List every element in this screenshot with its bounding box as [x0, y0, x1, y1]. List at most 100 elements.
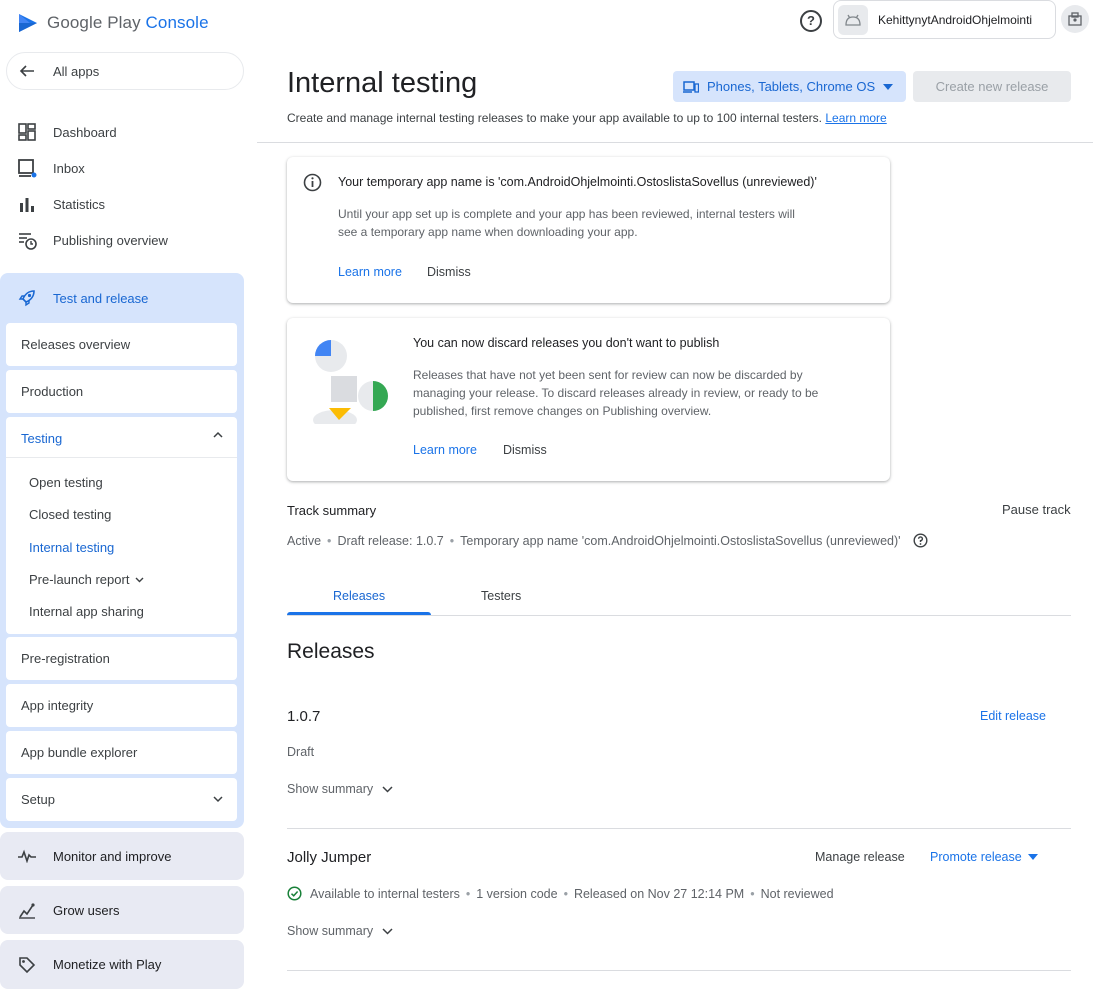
- sidebar-group-monetize-with-play[interactable]: Monetize with Play: [0, 940, 244, 989]
- all-apps-label: All apps: [53, 63, 100, 79]
- test-and-release-section: Test and release Releases overview Produ…: [0, 273, 244, 828]
- account-switcher[interactable]: KehittynytAndroidOhjelmointi: [833, 0, 1056, 39]
- edit-release-button[interactable]: Edit release: [980, 709, 1046, 723]
- track-status: Active: [287, 533, 322, 548]
- card-title: Your temporary app name is 'com.AndroidO…: [338, 175, 817, 189]
- card-learn-more-link[interactable]: Learn more: [338, 265, 402, 279]
- all-apps-button[interactable]: All apps: [6, 52, 244, 90]
- sidebar-item-test-and-release[interactable]: Test and release: [16, 287, 148, 309]
- release-version: 1.0.7: [287, 708, 321, 725]
- release-date: Released on Nov 27 12:14 PM: [573, 886, 745, 901]
- learn-more-link[interactable]: Learn more: [825, 111, 886, 125]
- grow-users-label: Grow users: [53, 902, 120, 918]
- availability-status: Available to internal testers: [310, 886, 460, 901]
- sidebar-item-label: Statistics: [53, 196, 106, 212]
- track-summary-title: Track summary: [287, 503, 377, 518]
- publishing-icon: [16, 229, 38, 251]
- card-title: You can now discard releases you don't w…: [413, 336, 720, 350]
- rocket-icon: [16, 287, 38, 309]
- header-divider: [257, 142, 1093, 143]
- card-body-line: Releases that have not yet been sent for…: [413, 368, 803, 382]
- sidebar-group-monitor-and-improve[interactable]: Monitor and improve: [0, 832, 244, 880]
- page-subtitle-text: Create and manage internal testing relea…: [287, 111, 822, 125]
- help-icon[interactable]: [913, 533, 928, 548]
- card-body: Until your app set up is complete and yo…: [338, 205, 795, 241]
- top-bar: Google Play Console ? KehittynytAndroidO…: [0, 0, 1093, 48]
- sidebar-item-app-integrity[interactable]: App integrity: [6, 684, 237, 727]
- sidebar-item-setup[interactable]: Setup: [6, 778, 237, 821]
- show-summary-label: Show summary: [287, 924, 374, 938]
- check-circle-icon: [287, 886, 302, 901]
- app-integrity-label: App integrity: [21, 698, 94, 713]
- sidebar-item-statistics[interactable]: Statistics: [16, 193, 105, 215]
- tag-icon: [16, 954, 38, 976]
- logo-google-play: Google Play: [47, 13, 141, 32]
- developer-account-icon[interactable]: [1061, 5, 1089, 33]
- separator-dot: •: [750, 886, 755, 901]
- show-summary-button[interactable]: Show summary: [287, 782, 393, 796]
- sidebar-item-label: Inbox: [53, 160, 85, 176]
- create-new-release-button[interactable]: Create new release: [913, 71, 1071, 102]
- track-summary-details: Active • Draft release: 1.0.7 • Temporar…: [287, 533, 928, 548]
- sidebar-item-closed-testing[interactable]: Closed testing: [29, 507, 111, 522]
- app-bundle-explorer-label: App bundle explorer: [21, 745, 138, 760]
- discard-releases-card: You can now discard releases you don't w…: [287, 318, 890, 481]
- sidebar-item-inbox[interactable]: Inbox: [16, 157, 85, 179]
- pre-launch-report-label: Pre-launch report: [29, 572, 130, 587]
- draft-release: Draft release: 1.0.7: [337, 533, 444, 548]
- show-summary-button[interactable]: Show summary: [287, 924, 393, 938]
- help-icon[interactable]: ?: [800, 10, 822, 32]
- sidebar-item-releases-overview[interactable]: Releases overview: [6, 323, 237, 366]
- divider: [6, 457, 237, 458]
- sidebar-testing-group: Testing: [6, 417, 237, 634]
- release-divider: [287, 828, 1071, 829]
- monetize-with-play-label: Monetize with Play: [53, 957, 162, 972]
- play-logo-icon: [19, 14, 37, 32]
- temporary-app-name-card: Your temporary app name is 'com.AndroidO…: [287, 157, 890, 303]
- dashboard-icon: [16, 121, 38, 143]
- tab-testers[interactable]: Testers: [481, 589, 521, 603]
- card-body-line: published, first remove changes on Publi…: [413, 404, 712, 418]
- sidebar-item-testing[interactable]: Testing: [21, 431, 62, 446]
- sidebar-item-open-testing[interactable]: Open testing: [29, 475, 103, 490]
- android-icon: [838, 4, 868, 35]
- temporary-app-name: Temporary app name 'com.AndroidOhjelmoin…: [460, 533, 901, 548]
- card-dismiss-button[interactable]: Dismiss: [503, 443, 547, 457]
- devices-icon: [683, 80, 699, 93]
- monitor-and-improve-label: Monitor and improve: [53, 848, 172, 864]
- sidebar-group-grow-users[interactable]: Grow users: [0, 886, 244, 934]
- release-divider: [287, 970, 1071, 971]
- card-body: Releases that have not yet been sent for…: [413, 366, 818, 420]
- card-learn-more-link[interactable]: Learn more: [413, 443, 477, 457]
- caret-down-icon: [883, 83, 894, 90]
- promote-release-button[interactable]: Promote release: [930, 850, 1038, 864]
- sidebar-item-pre-launch-report[interactable]: Pre-launch report: [29, 572, 144, 587]
- releases-overview-label: Releases overview: [21, 337, 131, 352]
- pause-track-button[interactable]: Pause track: [1002, 502, 1071, 517]
- form-factor-dropdown[interactable]: Phones, Tablets, Chrome OS: [673, 71, 906, 102]
- google-play-console-logo[interactable]: Google Play Console: [17, 12, 209, 34]
- sidebar-item-internal-app-sharing[interactable]: Internal app sharing: [29, 604, 144, 619]
- info-icon: [303, 173, 322, 192]
- card-dismiss-button[interactable]: Dismiss: [427, 265, 471, 279]
- sidebar-item-dashboard[interactable]: Dashboard: [16, 121, 117, 143]
- chevron-up-icon[interactable]: [213, 431, 223, 439]
- manage-release-button[interactable]: Manage release: [815, 850, 905, 864]
- sidebar-item-internal-testing[interactable]: Internal testing: [29, 540, 114, 555]
- release-details: Available to internal testers • 1 versio…: [287, 886, 834, 901]
- setup-label: Setup: [21, 792, 55, 807]
- form-factor-label: Phones, Tablets, Chrome OS: [707, 79, 876, 94]
- sidebar-item-app-bundle-explorer[interactable]: App bundle explorer: [6, 731, 237, 774]
- version-codes: 1 version code: [476, 886, 558, 901]
- sidebar-item-production[interactable]: Production: [6, 370, 237, 413]
- sidebar-item-publishing-overview[interactable]: Publishing overview: [16, 229, 168, 251]
- tab-releases[interactable]: Releases: [333, 589, 385, 603]
- separator-dot: •: [327, 533, 332, 548]
- caret-down-icon: [1027, 854, 1038, 860]
- card-body-line: see a temporary app name when downloadin…: [338, 225, 638, 239]
- inbox-icon: [16, 157, 38, 179]
- promote-release-label: Promote release: [930, 850, 1022, 864]
- growth-icon: [16, 899, 38, 921]
- sidebar-item-pre-registration[interactable]: Pre-registration: [6, 637, 237, 680]
- chevron-down-icon: [213, 796, 223, 803]
